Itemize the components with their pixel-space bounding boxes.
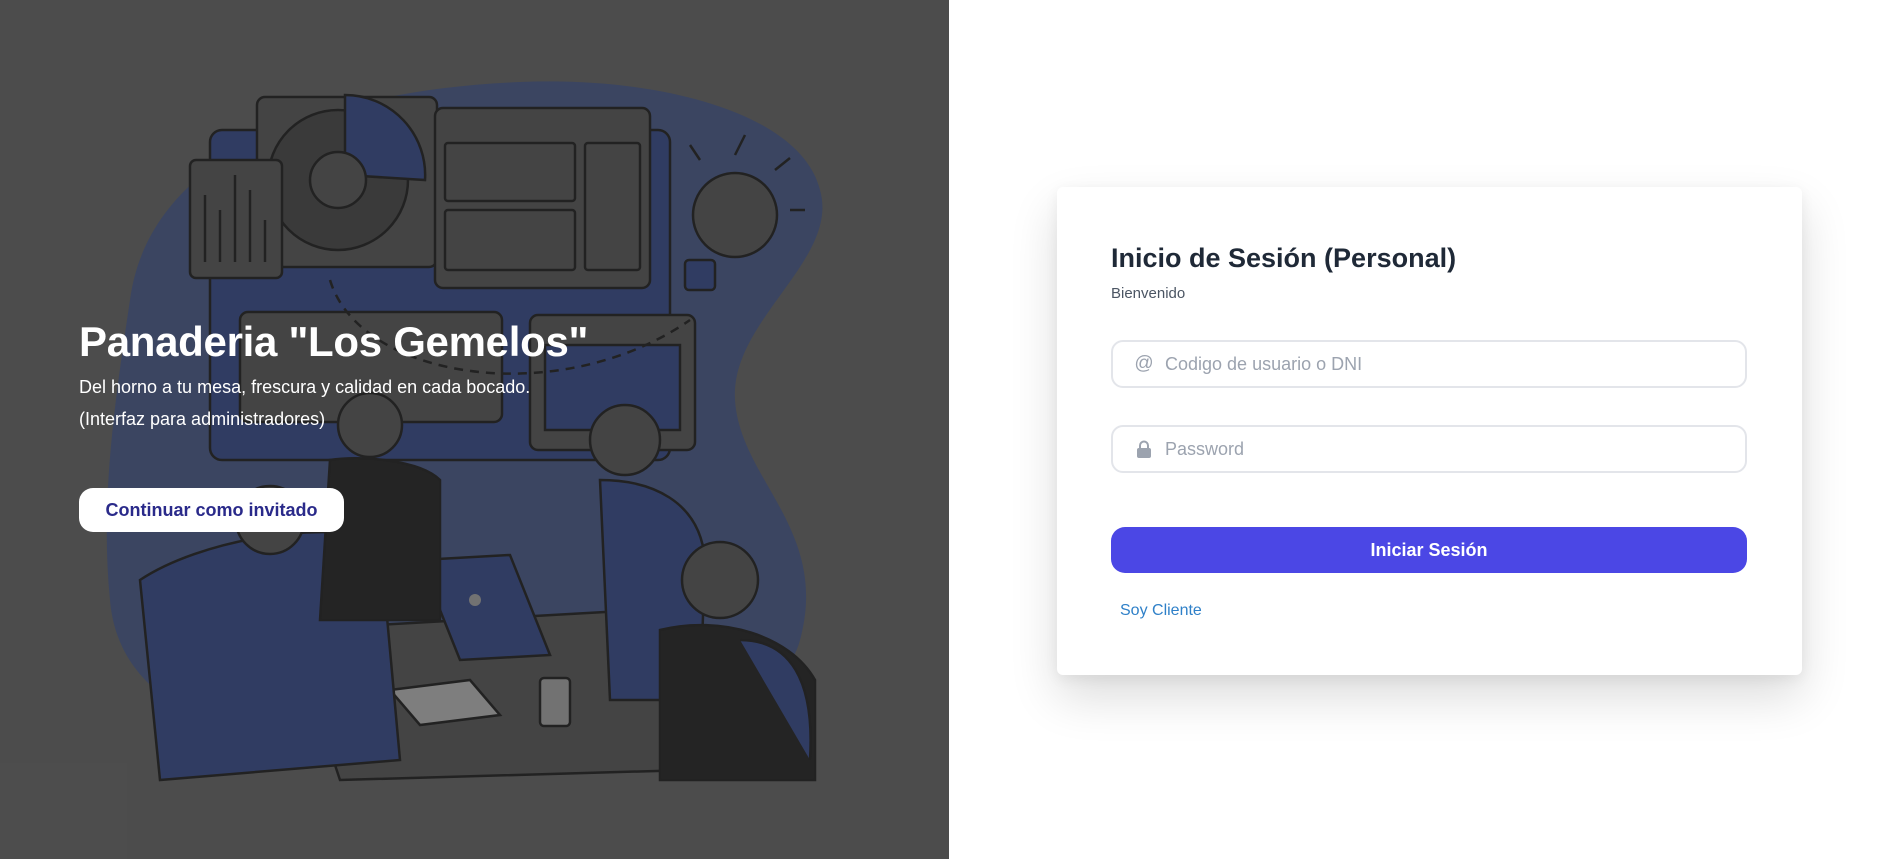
lock-icon <box>1133 438 1155 460</box>
user-code-field[interactable]: @ <box>1111 340 1747 388</box>
login-card: Inicio de Sesión (Personal) Bienvenido @… <box>1057 187 1802 675</box>
password-field[interactable] <box>1111 425 1747 473</box>
login-title: Inicio de Sesión (Personal) <box>1111 243 1457 273</box>
brand-note: (Interfaz para administradores) <box>79 409 326 429</box>
continue-as-guest-button[interactable]: Continuar como invitado <box>79 488 344 532</box>
hero-panel: Panaderia "Los Gemelos" Del horno a tu m… <box>0 0 949 859</box>
brand-tagline: Del horno a tu mesa, frescura y calidad … <box>79 377 531 397</box>
brand-title: Panaderia "Los Gemelos" <box>79 318 589 365</box>
login-subtitle: Bienvenido <box>1111 285 1186 302</box>
login-button[interactable]: Iniciar Sesión <box>1111 527 1747 573</box>
user-code-input[interactable] <box>1163 341 1745 387</box>
at-icon: @ <box>1134 353 1154 374</box>
password-input[interactable] <box>1163 426 1745 472</box>
client-link[interactable]: Soy Cliente <box>1120 602 1202 620</box>
